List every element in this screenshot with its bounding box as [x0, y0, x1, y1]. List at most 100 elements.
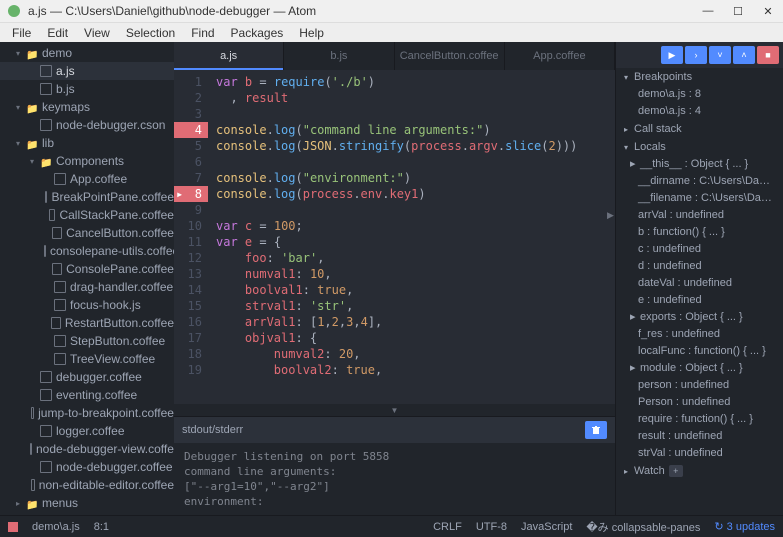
menu-edit[interactable]: Edit [39, 24, 76, 42]
local-variable[interactable]: require : function() { ... } [616, 411, 783, 428]
status-updates[interactable]: ↻ 3 updates [714, 520, 775, 533]
status-cursor[interactable]: 8:1 [94, 521, 109, 533]
code-line[interactable]: console.log(JSON.stringify(process.argv.… [216, 138, 615, 154]
tree-file[interactable]: debugger.coffee [0, 368, 174, 386]
menu-file[interactable]: File [4, 24, 39, 42]
error-icon[interactable] [8, 522, 18, 532]
watch-section[interactable]: ▸Watch+ [616, 462, 783, 480]
local-variable[interactable]: f_res : undefined [616, 326, 783, 343]
tree-file[interactable]: non-editable-editor.coffee [0, 476, 174, 494]
tree-file[interactable]: node-debugger.cson [0, 116, 174, 134]
local-variable[interactable]: __dirname : C:\Users\Daniel\github\ [616, 173, 783, 190]
menu-packages[interactable]: Packages [223, 24, 292, 42]
code-line[interactable]: var b = require('./b') [216, 74, 615, 90]
code-line[interactable] [216, 202, 615, 218]
code-line[interactable]: strval1: 'str', [216, 298, 615, 314]
local-variable[interactable]: arrVal : undefined [616, 207, 783, 224]
line-number[interactable]: 16 [174, 314, 202, 330]
tree-file[interactable]: consolepane-utils.coffee [0, 242, 174, 260]
status-panes[interactable]: �み collapsable-panes [586, 519, 700, 535]
continue-button[interactable]: ▶ [661, 46, 683, 64]
code-line[interactable]: arrVal1: [1,2,3,4], [216, 314, 615, 330]
tree-folder[interactable]: ▸menus [0, 494, 174, 512]
line-number[interactable]: 6 [174, 154, 202, 170]
code-line[interactable]: console.log("environment:") [216, 170, 615, 186]
tab[interactable]: a.js [174, 42, 284, 70]
panel-resize-handle[interactable]: ▼ [174, 404, 615, 416]
line-number[interactable]: 15 [174, 298, 202, 314]
code-line[interactable]: numval2: 20, [216, 346, 615, 362]
code-line[interactable]: var c = 100; [216, 218, 615, 234]
status-encoding[interactable]: UTF-8 [476, 521, 507, 533]
tree-file[interactable]: eventing.coffee [0, 386, 174, 404]
code-line[interactable]: console.log("command line arguments:") [216, 122, 615, 138]
line-number[interactable]: 1 [174, 74, 202, 90]
tree-file[interactable]: RestartButton.coffee [0, 314, 174, 332]
local-variable[interactable]: ▸module : Object { ... } [616, 360, 783, 377]
line-number[interactable]: 11 [174, 234, 202, 250]
local-variable[interactable]: person : undefined [616, 377, 783, 394]
tab[interactable]: App.coffee [505, 42, 615, 70]
tree-file[interactable]: TreeView.coffee [0, 350, 174, 368]
local-variable[interactable]: e : undefined [616, 292, 783, 309]
local-variable[interactable]: __filename : C:\Users\Daniel\github\ [616, 190, 783, 207]
gutter[interactable]: 12345678910111213141516171819 [174, 70, 208, 404]
tree-file[interactable]: CallStackPane.coffee [0, 206, 174, 224]
maximize-button[interactable]: ☐ [723, 0, 753, 22]
line-number[interactable]: 5 [174, 138, 202, 154]
code-line[interactable]: , result [216, 90, 615, 106]
line-number[interactable]: 4 [174, 122, 208, 138]
breakpoint-item[interactable]: demo\a.js : 4 [616, 103, 783, 120]
tree-folder[interactable]: ▾Components [0, 152, 174, 170]
locals-section[interactable]: ▾Locals [616, 138, 783, 156]
tree-file[interactable]: App.coffee [0, 170, 174, 188]
local-variable[interactable]: ▸exports : Object { ... } [616, 309, 783, 326]
local-variable[interactable]: strVal : undefined [616, 445, 783, 462]
line-number[interactable]: 13 [174, 266, 202, 282]
code-area[interactable]: var b = require('./b') , result console.l… [208, 70, 615, 404]
tree-file[interactable]: jump-to-breakpoint.coffee [0, 404, 174, 422]
code-line[interactable] [216, 154, 615, 170]
status-eol[interactable]: CRLF [433, 521, 462, 533]
step-out-button[interactable]: ˄ [733, 46, 755, 64]
line-number[interactable]: 14 [174, 282, 202, 298]
tree-file[interactable]: focus-hook.js [0, 296, 174, 314]
code-line[interactable]: boolval2: true, [216, 362, 615, 378]
tree-file[interactable]: a.js [0, 62, 174, 80]
line-number[interactable]: 8 [174, 186, 208, 202]
menu-selection[interactable]: Selection [118, 24, 183, 42]
local-variable[interactable]: localFunc : function() { ... } [616, 343, 783, 360]
line-number[interactable]: 2 [174, 90, 202, 106]
local-variable[interactable]: Person : undefined [616, 394, 783, 411]
menu-help[interactable]: Help [291, 24, 332, 42]
status-lang[interactable]: JavaScript [521, 521, 572, 533]
breakpoint-item[interactable]: demo\a.js : 8 [616, 86, 783, 103]
tab[interactable]: b.js [284, 42, 394, 70]
minimize-button[interactable]: — [693, 0, 723, 22]
tree-file[interactable]: ConsolePane.coffee [0, 260, 174, 278]
status-file[interactable]: demo\a.js [32, 521, 80, 533]
local-variable[interactable]: result : undefined [616, 428, 783, 445]
local-variable[interactable]: c : undefined [616, 241, 783, 258]
code-line[interactable] [216, 106, 615, 122]
line-number[interactable]: 12 [174, 250, 202, 266]
callstack-section[interactable]: ▸Call stack [616, 120, 783, 138]
tree-file[interactable]: node-debugger-view.coffee [0, 440, 174, 458]
tree-folder[interactable]: ▾keymaps [0, 98, 174, 116]
local-variable[interactable]: b : function() { ... } [616, 224, 783, 241]
step-into-button[interactable]: ˅ [709, 46, 731, 64]
breakpoints-section[interactable]: ▾Breakpoints [616, 68, 783, 86]
local-variable[interactable]: dateVal : undefined [616, 275, 783, 292]
code-line[interactable]: console.log(process.env.key1) [216, 186, 615, 202]
add-watch-button[interactable]: + [669, 465, 683, 477]
code-line[interactable]: var e = { [216, 234, 615, 250]
line-number[interactable]: 19 [174, 362, 202, 378]
line-number[interactable]: 9 [174, 202, 202, 218]
line-number[interactable]: 3 [174, 106, 202, 122]
step-over-button[interactable]: › [685, 46, 707, 64]
tree-file[interactable]: CancelButton.coffee [0, 224, 174, 242]
code-line[interactable]: boolval1: true, [216, 282, 615, 298]
tree-file[interactable]: StepButton.coffee [0, 332, 174, 350]
tree-file[interactable]: logger.coffee [0, 422, 174, 440]
tree-file[interactable]: BreakPointPane.coffee [0, 188, 174, 206]
